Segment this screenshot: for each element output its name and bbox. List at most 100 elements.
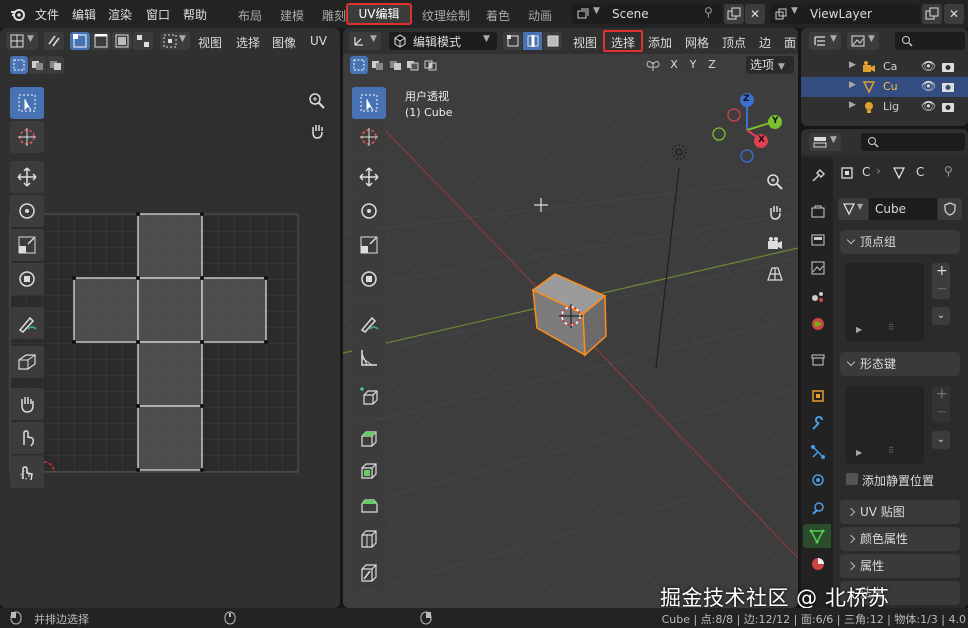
remove-shape-key-button[interactable]: −	[936, 404, 948, 420]
view-layer-name-field[interactable]: ViewLayer	[802, 4, 920, 24]
tool-select-box[interactable]	[10, 87, 44, 119]
vertex-select-mode[interactable]	[70, 32, 90, 50]
tab-shading[interactable]: 着色	[486, 7, 510, 24]
tool-move[interactable]	[352, 161, 386, 193]
subtract-selection-button[interactable]	[47, 56, 64, 74]
add-shape-key-button[interactable]: +	[936, 386, 948, 402]
viewport-zoom-button[interactable]	[762, 169, 788, 195]
viewport-menu-select[interactable]: 选择	[611, 34, 635, 51]
outliner-search-input[interactable]	[895, 32, 965, 50]
new-selection-button[interactable]	[350, 56, 368, 74]
eye-icon[interactable]: 👁	[921, 79, 936, 93]
extend-selection-button[interactable]	[29, 56, 46, 74]
mesh-browse-button[interactable]: ▼	[838, 198, 868, 220]
viewport-menu-vertex[interactable]: 顶点	[722, 34, 746, 51]
tool-cursor[interactable]	[352, 121, 386, 153]
scene-selector-button[interactable]: ▼	[572, 4, 604, 24]
tool-pinch[interactable]	[10, 456, 44, 488]
tab-data-active[interactable]	[803, 524, 831, 548]
tab-sculpting[interactable]: 雕刻	[322, 7, 346, 24]
remove-vertex-group-button[interactable]: −	[936, 281, 948, 297]
edge-select-mode[interactable]	[523, 32, 542, 50]
tool-transform[interactable]	[10, 263, 44, 295]
tab-animation[interactable]: 动画	[528, 7, 552, 24]
display-mode-dropdown[interactable]: ▼	[847, 32, 879, 50]
viewport-menu-add[interactable]: 添加	[648, 34, 672, 51]
tool-bevel[interactable]	[352, 489, 386, 521]
edge-select-mode[interactable]	[91, 32, 111, 50]
tab-world[interactable]	[808, 314, 828, 334]
mirror-y-toggle[interactable]: Y	[684, 56, 702, 74]
tab-particles[interactable]	[808, 442, 828, 462]
tab-object[interactable]	[808, 386, 828, 406]
perspective-toggle-button[interactable]	[762, 261, 788, 287]
sync-selection-toggle[interactable]	[44, 32, 64, 50]
tab-render[interactable]	[808, 202, 828, 222]
viewport-menu-view[interactable]: 视图	[573, 34, 597, 51]
uv-menu-view[interactable]: 视图	[198, 34, 222, 51]
menu-file[interactable]: 文件	[35, 6, 59, 23]
tool-rotate[interactable]	[352, 195, 386, 227]
viewport-menu-face[interactable]: 面	[784, 34, 796, 51]
outliner-row-light[interactable]: ▶ Lig 👁	[801, 97, 968, 117]
invert-selection-button[interactable]	[404, 56, 421, 74]
tab-view-layer[interactable]	[808, 258, 828, 278]
delete-scene-button[interactable]: ✕	[745, 4, 765, 24]
tool-knife[interactable]	[352, 557, 386, 589]
shape-key-menu-button[interactable]: ⌄	[932, 431, 950, 449]
extend-selection-button[interactable]	[369, 56, 386, 74]
tab-texture-paint[interactable]: 纹理绘制	[422, 7, 470, 24]
menu-render[interactable]: 渲染	[108, 6, 132, 23]
shape-keys-list[interactable]: ▶ ⠿	[846, 386, 924, 464]
pin-icon[interactable]: ⚲	[944, 164, 953, 178]
tool-scale[interactable]	[352, 229, 386, 261]
editor-type-button[interactable]: ▼	[6, 32, 38, 50]
face-select-mode[interactable]	[112, 32, 132, 50]
fake-user-button[interactable]	[938, 198, 962, 220]
sticky-selection-dropdown[interactable]: ▼	[160, 32, 190, 50]
vertex-select-mode[interactable]	[503, 32, 522, 50]
properties-search-input[interactable]	[861, 133, 965, 151]
viewport-editor-type-button[interactable]: ▼	[349, 32, 381, 50]
vertex-group-menu-button[interactable]: ⌄	[932, 307, 950, 325]
viewport-menu-edge[interactable]: 边	[759, 34, 771, 51]
mesh-name-field[interactable]: Cube	[869, 198, 937, 220]
island-select-mode[interactable]	[133, 32, 153, 50]
tool-add-cube[interactable]	[352, 381, 386, 413]
face-select-mode[interactable]	[543, 32, 562, 50]
tab-layout[interactable]: 布局	[238, 7, 262, 24]
new-selection-button[interactable]	[10, 56, 28, 74]
mode-dropdown[interactable]: 编辑模式 ▼	[389, 32, 497, 50]
tool-extrude[interactable]	[352, 421, 386, 453]
tab-modeling[interactable]: 建模	[280, 7, 304, 24]
outliner-row-cube[interactable]: ▶ Cu 👁	[801, 77, 968, 97]
new-scene-button[interactable]	[724, 4, 744, 24]
pin-icon[interactable]: ⚲	[704, 5, 713, 19]
tool-annotate[interactable]	[352, 307, 386, 339]
tool-rotate[interactable]	[10, 195, 44, 227]
mirror-butterfly-icon[interactable]	[645, 58, 661, 74]
uv-maps-header[interactable]: UV 贴图	[840, 500, 960, 524]
tool-measure[interactable]	[352, 341, 386, 373]
tab-modifiers[interactable]	[808, 414, 828, 434]
tab-output[interactable]	[808, 230, 828, 250]
menu-help[interactable]: 帮助	[183, 6, 207, 23]
outliner-row-camera[interactable]: ▶ Ca 👁	[801, 57, 968, 77]
vertex-groups-list[interactable]: ▶ ⠿	[846, 263, 924, 341]
eye-icon[interactable]: 👁	[921, 59, 936, 73]
uv-menu-image[interactable]: 图像	[272, 34, 296, 51]
viewport-pan-button[interactable]	[762, 199, 788, 225]
tool-annotate[interactable]	[10, 307, 44, 339]
eye-icon[interactable]: 👁	[921, 99, 936, 113]
uv-menu-uv[interactable]: UV	[310, 34, 327, 48]
tab-scene[interactable]	[808, 286, 828, 306]
view-layer-selector-button[interactable]: ▼	[770, 4, 802, 24]
tool-scale[interactable]	[10, 229, 44, 261]
tool-loop-cut[interactable]	[352, 523, 386, 555]
uv-zoom-button[interactable]	[304, 88, 330, 114]
tab-constraints[interactable]	[808, 498, 828, 518]
tool-transform[interactable]	[352, 263, 386, 295]
menu-window[interactable]: 窗口	[146, 6, 170, 23]
uv-menu-select[interactable]: 选择	[236, 34, 260, 51]
add-vertex-group-button[interactable]: +	[936, 263, 948, 279]
